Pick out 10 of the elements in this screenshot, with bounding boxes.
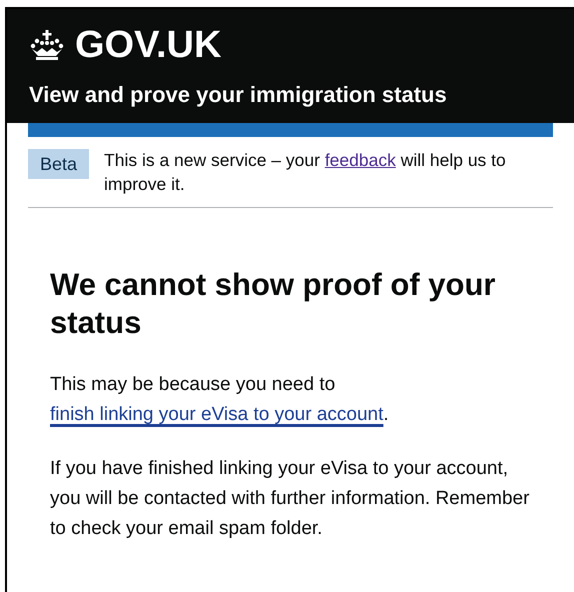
phase-tag: Beta xyxy=(28,149,90,179)
link[interactable]: finish linking your eVisa to your account xyxy=(50,404,384,425)
crown-icon xyxy=(29,29,65,61)
feedback-link[interactable]: feedback xyxy=(324,150,396,170)
phase-banner-text: This is a new service – your feedback will help us to improve it. xyxy=(104,149,507,196)
service-name[interactable]: View and prove your immigration status xyxy=(29,81,552,109)
page-heading: We cannot show proof of your status xyxy=(50,266,496,342)
logo-text[interactable]: GOV.UK xyxy=(75,23,222,67)
body-text: This may be because you need to finish linking your eVisa to your account. xyxy=(50,373,390,427)
body-text: If you have finished linking your eVisa to your account, you will be contacted with further information. Remember to check your email spam folder. xyxy=(50,457,530,541)
